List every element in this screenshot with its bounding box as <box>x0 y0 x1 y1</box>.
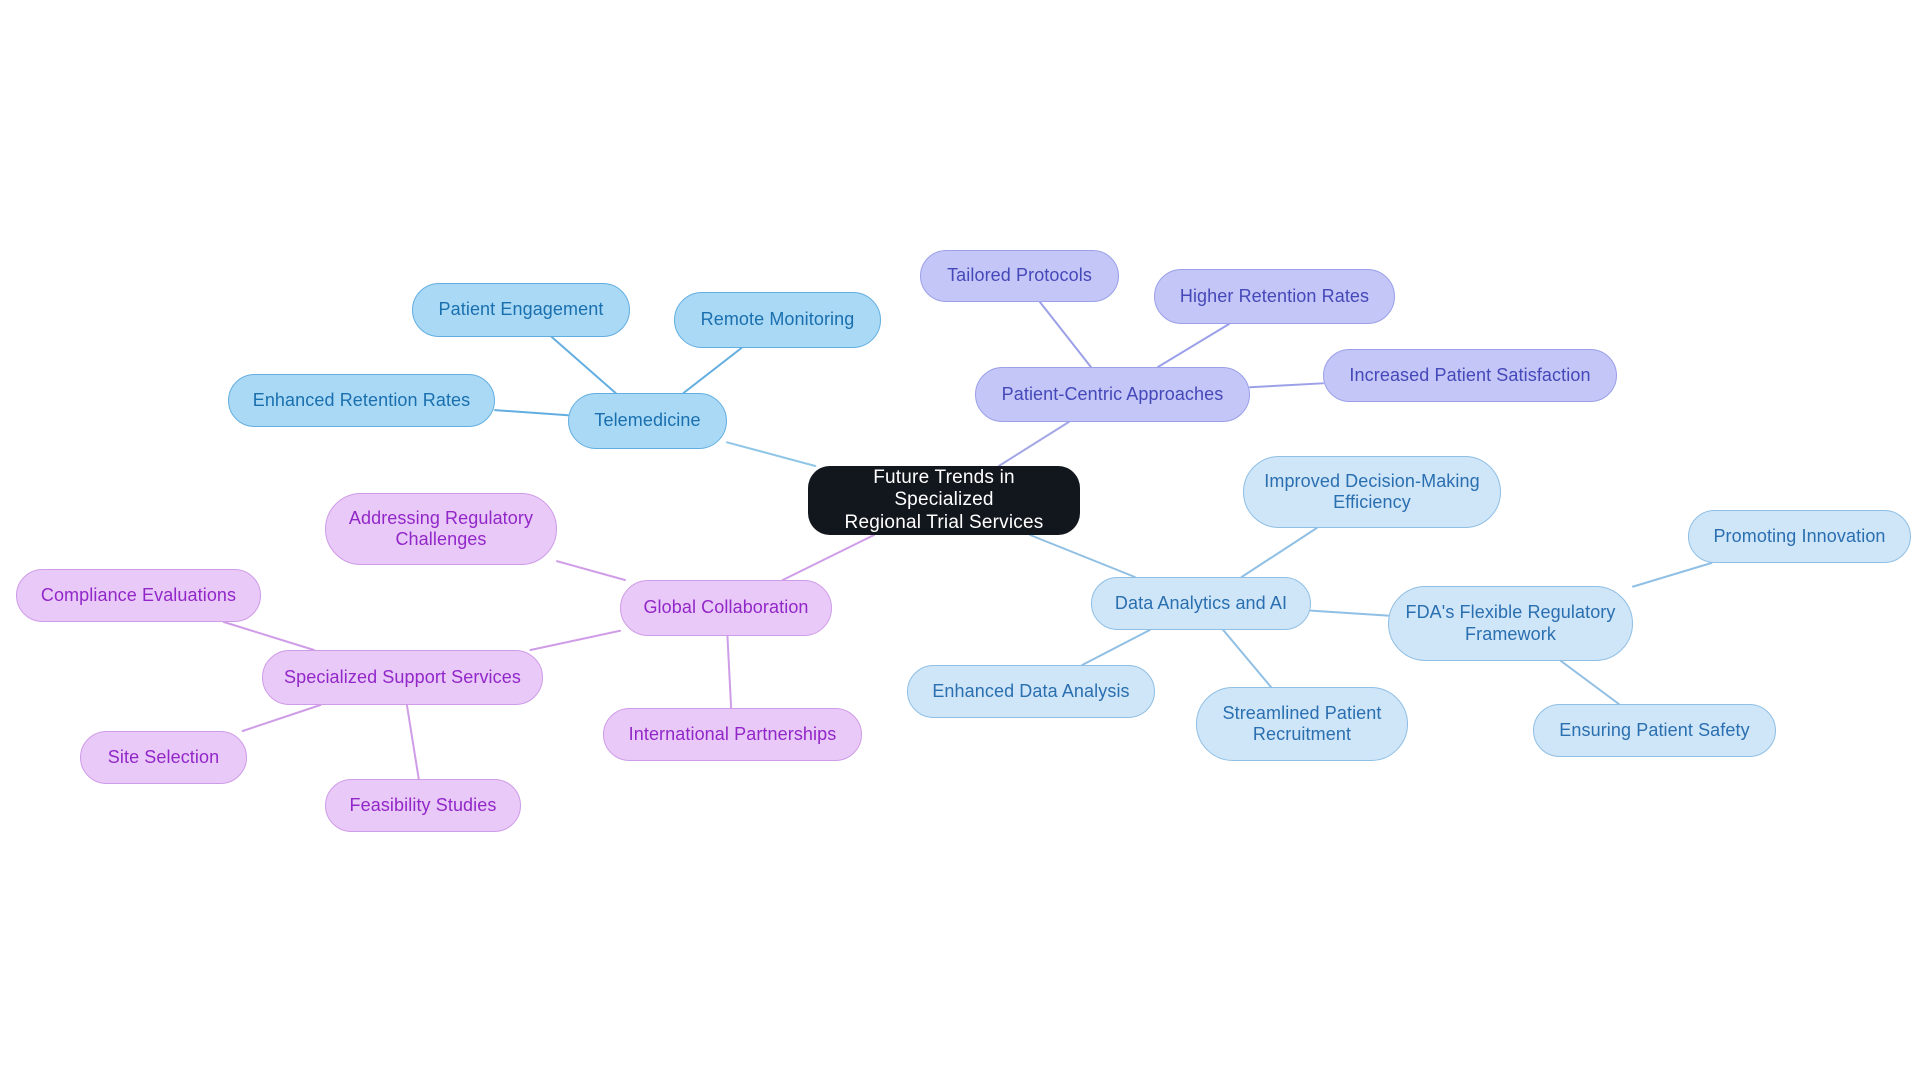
mindmap-edge-specialized-support-services-to-feasibility-studies <box>405 704 420 780</box>
mindmap-edge-fdas-flexible-regulatory-framework-to-ensuring-patient-safety <box>1559 660 1620 705</box>
mindmap-node-feasibility-studies[interactable]: Feasibility Studies <box>325 779 521 832</box>
mindmap-node-global-collaboration[interactable]: Global Collaboration <box>620 580 832 636</box>
mindmap-edge-global-collaboration-to-addressing-regulatory-challenges <box>556 560 626 581</box>
mindmap-edge-global-collaboration-to-specialized-support-services <box>529 629 621 651</box>
mindmap-node-compliance-evaluations[interactable]: Compliance Evaluations <box>16 569 261 622</box>
mindmap-edge-data-analytics-and-ai-to-enhanced-data-analysis <box>1081 629 1151 666</box>
mindmap-node-specialized-support-services[interactable]: Specialized Support Services <box>262 650 543 705</box>
mindmap-edge-root-to-telemedicine <box>726 441 817 467</box>
mindmap-edge-patient-centric-approaches-to-increased-patient-satisfaction <box>1249 382 1324 389</box>
mindmap-edge-patient-centric-approaches-to-tailored-protocols <box>1038 301 1092 368</box>
edge-layer <box>222 301 1713 780</box>
mindmap-node-remote-monitoring[interactable]: Remote Monitoring <box>674 292 881 348</box>
mindmap-node-ensuring-patient-safety[interactable]: Ensuring Patient Safety <box>1533 704 1776 757</box>
mindmap-edge-telemedicine-to-enhanced-retention-rates <box>494 409 569 417</box>
mindmap-edge-root-to-global-collaboration <box>781 534 876 581</box>
mindmap-edge-telemedicine-to-remote-monitoring <box>682 347 743 394</box>
mindmap-edge-telemedicine-to-patient-engagement <box>550 336 617 394</box>
mindmap-edge-root-to-data-analytics-and-ai <box>1029 534 1136 578</box>
mindmap-node-data-analytics-and-ai[interactable]: Data Analytics and AI <box>1091 577 1311 630</box>
mindmap-node-addressing-regulatory-challenges[interactable]: Addressing Regulatory Challenges <box>325 493 557 565</box>
mindmap-node-international-partnerships[interactable]: International Partnerships <box>603 708 862 761</box>
mindmap-node-enhanced-data-analysis[interactable]: Enhanced Data Analysis <box>907 665 1155 718</box>
mindmap-canvas: Future Trends in Specialized Regional Tr… <box>0 0 1920 1083</box>
mindmap-edge-patient-centric-approaches-to-higher-retention-rates <box>1156 323 1231 368</box>
mindmap-edge-specialized-support-services-to-site-selection <box>241 704 322 732</box>
mindmap-edge-global-collaboration-to-international-partnerships <box>726 635 733 709</box>
mindmap-node-streamlined-patient-recruitment[interactable]: Streamlined Patient Recruitment <box>1196 687 1408 761</box>
mindmap-edge-data-analytics-and-ai-to-improved-decision-making-efficiency <box>1240 527 1318 578</box>
mindmap-node-tailored-protocols[interactable]: Tailored Protocols <box>920 250 1119 302</box>
mindmap-edge-specialized-support-services-to-compliance-evaluations <box>222 621 315 651</box>
mindmap-node-site-selection[interactable]: Site Selection <box>80 731 247 784</box>
mindmap-node-increased-patient-satisfaction[interactable]: Increased Patient Satisfaction <box>1323 349 1617 402</box>
mindmap-node-enhanced-retention-rates[interactable]: Enhanced Retention Rates <box>228 374 495 427</box>
mindmap-node-telemedicine[interactable]: Telemedicine <box>568 393 727 449</box>
mindmap-node-higher-retention-rates[interactable]: Higher Retention Rates <box>1154 269 1395 324</box>
mindmap-node-fdas-flexible-regulatory-framework[interactable]: FDA's Flexible Regulatory Framework <box>1388 586 1633 661</box>
mindmap-node-improved-decision-making-efficiency[interactable]: Improved Decision-Making Efficiency <box>1243 456 1501 528</box>
mindmap-node-root[interactable]: Future Trends in Specialized Regional Tr… <box>808 466 1080 535</box>
mindmap-edge-root-to-patient-centric-approaches <box>997 421 1070 467</box>
mindmap-node-patient-centric-approaches[interactable]: Patient-Centric Approaches <box>975 367 1250 422</box>
mindmap-node-patient-engagement[interactable]: Patient Engagement <box>412 283 630 337</box>
mindmap-node-promoting-innovation[interactable]: Promoting Innovation <box>1688 510 1911 563</box>
mindmap-edge-data-analytics-and-ai-to-streamlined-patient-recruitment <box>1222 629 1272 688</box>
mindmap-edge-data-analytics-and-ai-to-fdas-flexible-regulatory-framework <box>1310 609 1389 617</box>
mindmap-edge-fdas-flexible-regulatory-framework-to-promoting-innovation <box>1632 562 1713 588</box>
